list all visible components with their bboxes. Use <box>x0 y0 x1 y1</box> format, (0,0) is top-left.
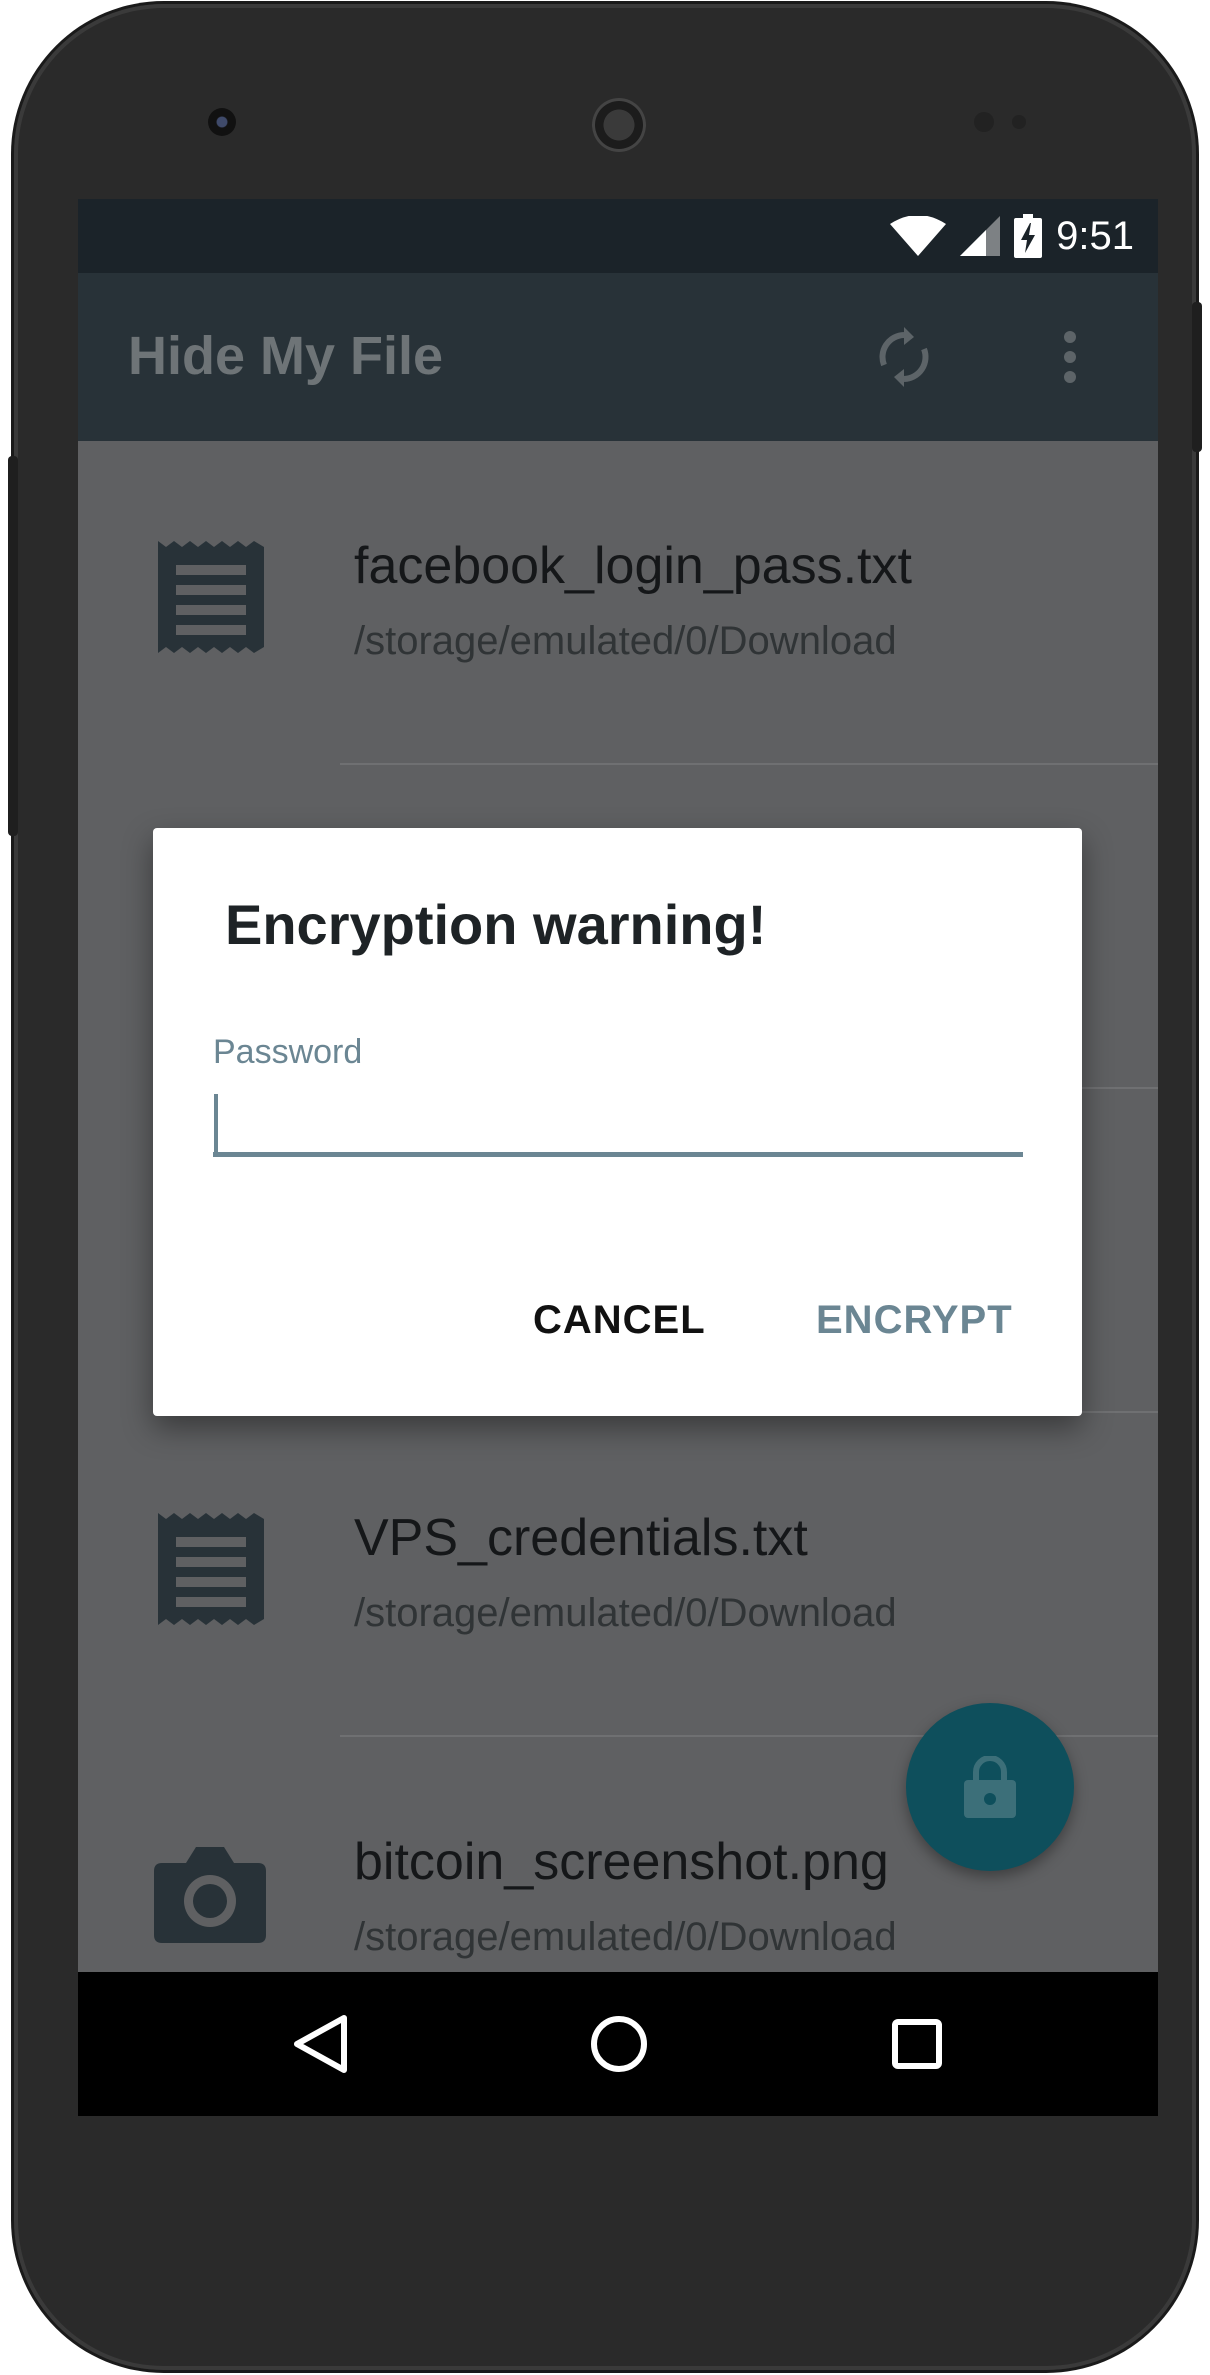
file-name: facebook_login_pass.txt <box>354 537 912 595</box>
cell-signal-icon <box>960 216 1001 256</box>
lock-icon <box>964 1756 1016 1818</box>
text-file-icon <box>158 541 264 653</box>
wifi-icon <box>890 216 947 256</box>
proximity-sensor <box>974 112 994 132</box>
file-name: VPS_credentials.txt <box>354 1509 808 1567</box>
sync-button[interactable] <box>868 321 940 393</box>
recents-icon <box>892 2019 942 2069</box>
file-path: /storage/emulated/0/Download <box>354 1591 897 1635</box>
app-title: Hide My File <box>128 326 444 386</box>
power-button <box>1192 302 1202 452</box>
status-bar: 9:51 <box>78 199 1158 273</box>
back-icon <box>294 2015 347 2073</box>
sync-icon <box>879 327 929 387</box>
file-list-item[interactable]: VPS_credentials.txt /storage/emulated/0/… <box>78 1413 1158 1737</box>
home-icon <box>591 2016 647 2072</box>
navigation-bar <box>78 1972 1158 2116</box>
cancel-button[interactable]: CANCEL <box>533 1298 706 1343</box>
encrypt-fab[interactable] <box>906 1703 1074 1871</box>
password-input[interactable] <box>213 1086 1023 1157</box>
volume-rocker <box>8 456 18 836</box>
status-time: 9:51 <box>1056 213 1134 258</box>
more-vert-icon <box>1064 331 1076 383</box>
file-path: /storage/emulated/0/Download <box>354 1915 897 1959</box>
home-button[interactable] <box>577 2002 661 2086</box>
text-file-icon <box>158 1513 264 1625</box>
encryption-warning-dialog: Encryption warning! Password CANCEL ENCR… <box>153 828 1082 1416</box>
phone-frame: 9:51 Hide My File facebook_login_pass.tx… <box>14 4 1196 2370</box>
back-button[interactable] <box>278 2002 362 2086</box>
file-path: /storage/emulated/0/Download <box>354 619 897 663</box>
light-sensor <box>1012 115 1026 129</box>
dialog-title: Encryption warning! <box>225 893 767 956</box>
app-bar: Hide My File <box>78 273 1158 441</box>
text-cursor <box>214 1094 218 1152</box>
earpiece-speaker <box>592 98 646 152</box>
password-label: Password <box>213 1033 363 1071</box>
screen: 9:51 Hide My File facebook_login_pass.tx… <box>78 199 1158 2116</box>
front-camera <box>208 108 236 136</box>
file-name: bitcoin_screenshot.png <box>354 1833 889 1891</box>
encrypt-button[interactable]: ENCRYPT <box>816 1298 1013 1343</box>
battery-charging-icon <box>1014 214 1043 258</box>
overflow-menu-button[interactable] <box>1034 321 1106 393</box>
camera-icon <box>154 1847 266 1943</box>
file-list-item[interactable]: facebook_login_pass.txt /storage/emulate… <box>78 441 1158 765</box>
recents-button[interactable] <box>875 2002 959 2086</box>
